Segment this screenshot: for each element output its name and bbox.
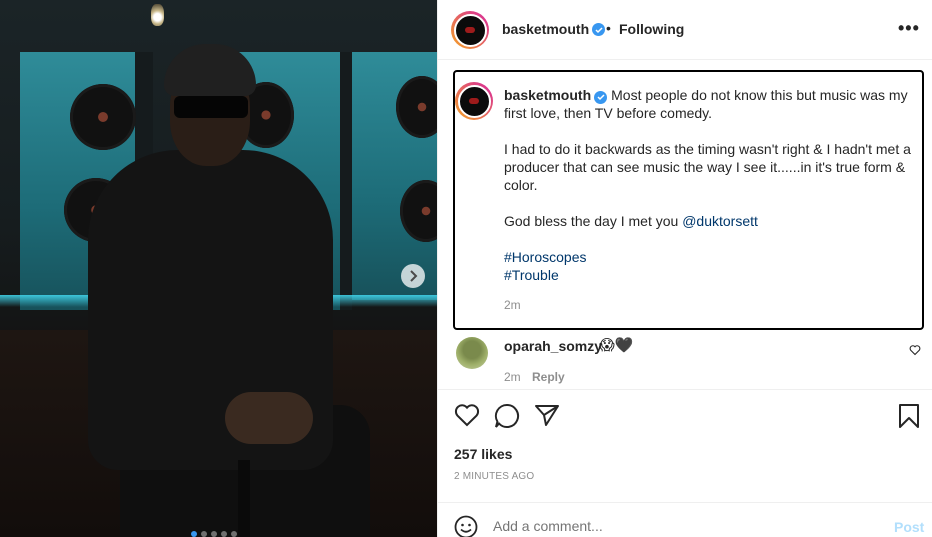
action-bar: [438, 389, 932, 443]
post-header: basketmouth • Following •••: [438, 0, 932, 60]
carousel-dot: [221, 531, 227, 537]
hashtag-link[interactable]: #Trouble: [504, 267, 559, 283]
stool: [238, 460, 250, 537]
following-button[interactable]: Following: [619, 21, 684, 37]
verified-badge-icon: [592, 23, 605, 36]
author-username[interactable]: basketmouth: [502, 21, 589, 37]
carousel-indicator: [191, 531, 237, 537]
more-options-icon[interactable]: •••: [898, 18, 920, 39]
post-sidebar: basketmouth • Following ••• basketmouth M…: [437, 0, 932, 537]
next-slide-button[interactable]: [401, 264, 425, 288]
caption-username[interactable]: basketmouth: [504, 87, 591, 103]
comment-row: oparah_somzy 😱🖤 2m Reply: [453, 335, 932, 390]
caption-block: basketmouth Most people do not know this …: [453, 70, 924, 330]
mention-link[interactable]: @duktorsett: [682, 213, 758, 229]
bookmark-icon[interactable]: [898, 403, 920, 429]
carousel-dot: [231, 531, 237, 537]
carousel-dot: [191, 531, 197, 537]
caption-text: basketmouth Most people do not know this …: [504, 86, 924, 284]
add-comment-bar: Post: [438, 502, 932, 537]
post-photo[interactable]: [0, 0, 437, 537]
commenter-avatar[interactable]: [456, 337, 488, 369]
carousel-dot: [211, 531, 217, 537]
caption-line: I had to do it backwards as the timing w…: [504, 141, 911, 193]
person-hands: [225, 392, 313, 444]
verified-badge-icon: [594, 90, 608, 104]
caption-line: God bless the day I met you: [504, 213, 683, 229]
caption-avatar[interactable]: [455, 82, 493, 120]
chevron-right-icon: [410, 270, 418, 282]
carousel-dot: [201, 531, 207, 537]
wall-divider: [340, 52, 352, 310]
post-timestamp[interactable]: 2 MINUTES AGO: [454, 471, 534, 482]
hashtag-link[interactable]: #Horoscopes: [504, 249, 587, 265]
comment-like-heart-icon[interactable]: [909, 344, 921, 356]
vinyl-record: [70, 84, 136, 150]
heart-icon[interactable]: [454, 403, 480, 427]
comment-text: 😱🖤: [599, 337, 634, 354]
comment-bubble-icon[interactable]: [494, 403, 520, 429]
smiley-icon[interactable]: [454, 515, 478, 537]
paper-plane-icon[interactable]: [534, 403, 560, 427]
comment-input[interactable]: [493, 518, 873, 534]
brand-logo: [465, 27, 475, 33]
light-bulb: [151, 4, 164, 26]
post-comment-button[interactable]: Post: [894, 519, 924, 535]
author-avatar[interactable]: [451, 11, 489, 49]
likes-count[interactable]: 257 likes: [454, 446, 512, 462]
caption-timestamp[interactable]: 2m: [504, 298, 521, 312]
brand-logo: [469, 98, 479, 104]
reply-button[interactable]: Reply: [532, 370, 565, 384]
person-sunglasses: [174, 96, 248, 118]
commenter-username[interactable]: oparah_somzy: [504, 338, 602, 354]
separator: •: [606, 20, 611, 36]
comment-timestamp[interactable]: 2m: [504, 370, 521, 384]
